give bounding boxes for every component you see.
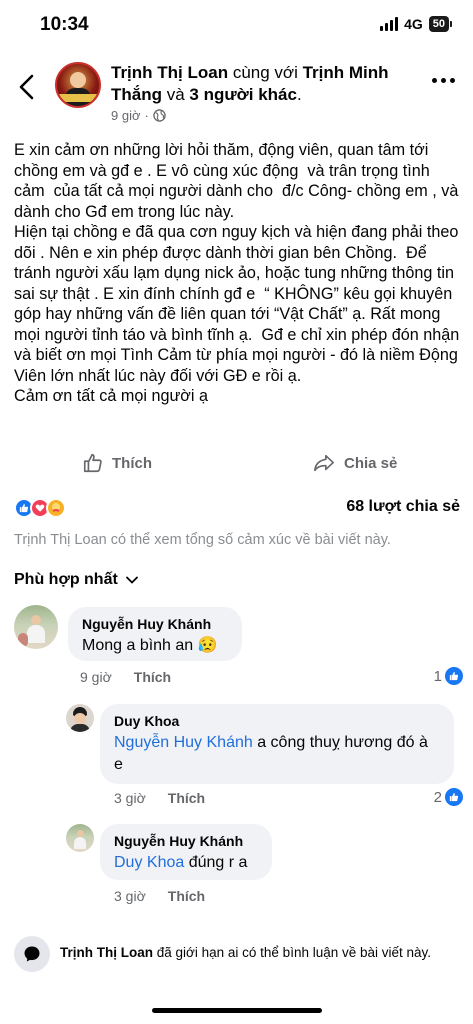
network-type: 4G <box>404 16 423 32</box>
globe-icon <box>153 109 166 122</box>
back-icon[interactable] <box>14 72 42 102</box>
commenter-name[interactable]: Duy Khoa <box>114 713 440 729</box>
comment-like-button[interactable]: Thích <box>168 790 205 806</box>
comment-time: 3 giờ <box>114 888 146 904</box>
comment-bubble[interactable]: Duy Khoa Nguyễn Huy Khánh a công thuỵ hư… <box>100 704 454 784</box>
comment-text: Duy Khoa đúng r a <box>114 854 248 871</box>
chevron-down-icon <box>125 576 138 584</box>
commenter-name[interactable]: Nguyễn Huy Khánh <box>114 833 258 849</box>
comment-meta: 3 giờ Thích <box>114 888 205 904</box>
comment-bubble-icon <box>14 936 50 972</box>
thumbs-up-icon <box>83 453 102 473</box>
comment-bubble[interactable]: Nguyễn Huy Khánh Mong a bình an 😥 <box>68 607 242 661</box>
signal-icon <box>380 17 399 31</box>
commenter-avatar[interactable] <box>14 605 58 649</box>
comment-like-count[interactable]: 1 <box>434 667 463 685</box>
comment-meta: 3 giờ Thích <box>114 790 205 806</box>
post-time[interactable]: 9 giờ <box>111 108 141 123</box>
comment-like-button[interactable]: Thích <box>134 669 171 685</box>
comment-restriction-notice: Trịnh Thị Loan đã giới hạn ai có thể bìn… <box>14 934 460 974</box>
comment-bubble[interactable]: Nguyễn Huy Khánh Duy Khoa đúng r a <box>100 824 272 880</box>
reaction-icons[interactable] <box>14 498 66 518</box>
commenter-avatar[interactable] <box>66 704 94 732</box>
like-button[interactable]: Thích <box>82 452 152 474</box>
reaction-note: Trịnh Thị Loan có thể xem tổng số cảm xú… <box>14 532 391 548</box>
post-header: Trịnh Thị Loan cùng với Trịnh Minh Thắng… <box>0 56 473 128</box>
sort-label: Phù hợp nhất <box>14 571 118 588</box>
share-icon <box>314 454 334 472</box>
comment-sort-dropdown[interactable]: Phù hợp nhất <box>14 571 138 589</box>
post-text: E xin cảm ơn những lời hỏi thăm, động vi… <box>14 141 460 405</box>
others-link[interactable]: 3 người khác <box>189 85 297 104</box>
battery-icon: 50 <box>428 16 453 32</box>
author-avatar[interactable] <box>55 62 101 108</box>
like-reaction-icon <box>445 667 463 685</box>
comment-time: 3 giờ <box>114 790 146 806</box>
mention-link[interactable]: Nguyễn Huy Khánh <box>114 734 253 751</box>
share-count[interactable]: 68 lượt chia sẻ <box>346 498 460 516</box>
comment-time: 9 giờ <box>80 669 112 685</box>
commenter-name[interactable]: Nguyễn Huy Khánh <box>82 616 228 632</box>
status-time: 10:34 <box>40 14 89 35</box>
status-indicators: 4G 50 <box>380 16 453 32</box>
home-indicator <box>152 1008 322 1013</box>
comment-like-count[interactable]: 2 <box>434 788 463 806</box>
post-title: Trịnh Thị Loan cùng với Trịnh Minh Thắng… <box>111 63 389 104</box>
more-options-icon[interactable] <box>432 78 455 83</box>
restriction-author[interactable]: Trịnh Thị Loan <box>60 945 153 960</box>
post-meta: 9 giờ · <box>111 108 166 123</box>
commenter-avatar[interactable] <box>66 824 94 852</box>
like-reaction-icon <box>445 788 463 806</box>
care-reaction-icon <box>46 498 66 518</box>
comment-like-button[interactable]: Thích <box>168 888 205 904</box>
post-actions: Thích Chia sẻ <box>0 446 473 482</box>
author-name[interactable]: Trịnh Thị Loan <box>111 63 228 82</box>
share-label: Chia sẻ <box>344 454 398 472</box>
reactions-bar[interactable]: 68 lượt chia sẻ <box>14 498 460 520</box>
comment: Nguyễn Huy Khánh Mong a bình an 😥 9 giờ … <box>0 605 473 695</box>
comment-reply: Nguyễn Huy Khánh Duy Khoa đúng r a 3 giờ… <box>0 822 473 912</box>
comment-text: Nguyễn Huy Khánh a công thuỵ hương đó à … <box>114 734 428 773</box>
status-bar: 10:34 4G 50 <box>0 0 473 50</box>
share-button[interactable]: Chia sẻ <box>312 452 397 474</box>
mention-link[interactable]: Duy Khoa <box>114 854 184 871</box>
comment-text: Mong a bình an 😥 <box>82 637 218 654</box>
comment-reply: Duy Khoa Nguyễn Huy Khánh a công thuỵ hư… <box>0 702 473 812</box>
like-label: Thích <box>112 454 152 472</box>
comment-meta: 9 giờ Thích <box>80 669 171 685</box>
meta-separator: · <box>144 108 149 123</box>
restriction-text: Trịnh Thị Loan đã giới hạn ai có thể bìn… <box>60 945 432 960</box>
